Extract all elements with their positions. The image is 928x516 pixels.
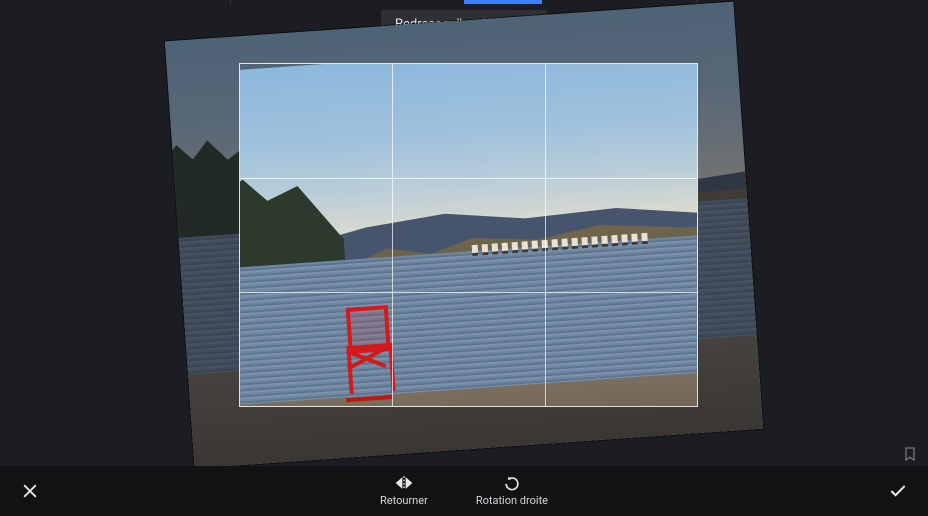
crop-box[interactable]	[239, 63, 698, 407]
grid-line	[240, 292, 697, 293]
flip-button[interactable]: Retourner	[380, 475, 428, 507]
ruler-highlight	[464, 0, 542, 4]
rotate-right-button[interactable]: Rotation droite	[476, 475, 548, 507]
flip-label: Retourner	[380, 494, 428, 507]
rotate-icon	[502, 475, 522, 491]
ruler-tick	[230, 0, 231, 4]
canvas-area: Redresser l'angle +7,40°	[0, 0, 928, 466]
angle-slider[interactable]	[230, 0, 698, 4]
grid-line	[392, 64, 393, 406]
confirm-button[interactable]	[868, 481, 928, 501]
cancel-button[interactable]	[0, 481, 60, 501]
check-icon	[888, 481, 908, 501]
flip-icon	[394, 475, 414, 491]
grid-line	[240, 178, 697, 179]
bookmark-icon[interactable]	[902, 446, 918, 462]
rotate-label: Rotation droite	[476, 494, 548, 507]
crop-preview	[240, 64, 697, 406]
grid-line	[545, 64, 546, 406]
bottom-toolbar: Retourner Rotation droite	[0, 466, 928, 516]
close-icon	[20, 481, 40, 501]
